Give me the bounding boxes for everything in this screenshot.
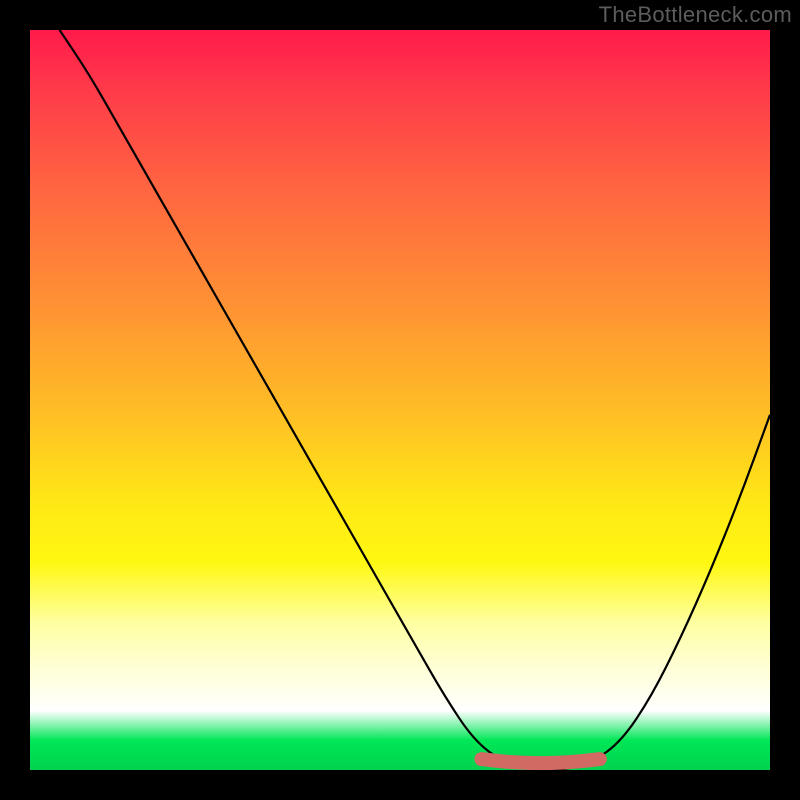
- bottleneck-curve: [60, 30, 770, 770]
- plot-area: [30, 30, 770, 770]
- chart-frame: TheBottleneck.com: [0, 0, 800, 800]
- minimum-marker: [481, 759, 599, 763]
- watermark-text: TheBottleneck.com: [599, 2, 792, 28]
- chart-svg: [30, 30, 770, 770]
